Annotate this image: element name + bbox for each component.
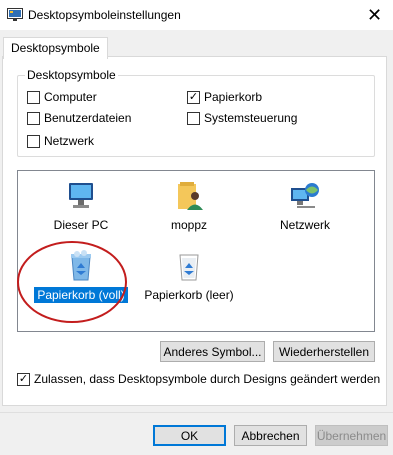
checkbox-box[interactable]: ✓: [187, 90, 200, 104]
icon-label: Papierkorb (voll): [34, 287, 128, 303]
icon-list-view[interactable]: Dieser PC moppz Netzwerk Papierkorb (vol…: [17, 170, 375, 332]
checkbox-box[interactable]: [27, 90, 40, 104]
checkbox-label: Benutzerdateien: [44, 111, 132, 125]
window-title: Desktopsymboleinstellungen: [28, 8, 181, 22]
groupbox-label: Desktopsymbole: [25, 68, 118, 82]
footer-divider: [0, 412, 393, 413]
checkbox-label: Systemsteuerung: [204, 111, 298, 125]
restore-default-button[interactable]: Wiederherstellen: [273, 341, 375, 362]
checkbox-computer[interactable]: Computer: [27, 89, 97, 105]
tab-desktopsymbole[interactable]: Desktopsymbole: [3, 37, 108, 59]
checkbox-box[interactable]: ✓: [17, 372, 30, 386]
checkbox-systemsteuerung[interactable]: Systemsteuerung: [187, 110, 297, 126]
desktop-icon-settings-dialog: Desktopsymboleinstellungen ✕ Desktopsymb…: [0, 0, 393, 455]
ok-button[interactable]: OK: [153, 425, 226, 446]
checkbox-papierkorb[interactable]: ✓ Papierkorb: [187, 89, 262, 105]
checkbox-box[interactable]: [187, 111, 200, 125]
icon-label: Dieser PC: [53, 218, 109, 232]
recycle-bin-full-icon: [71, 250, 91, 281]
icon-item-netzwerk[interactable]: Netzwerk: [255, 179, 355, 233]
icon-label: moppz: [170, 218, 208, 232]
icon-item-papierkorb-leer[interactable]: Papierkorb (leer): [139, 249, 239, 303]
user-folder-icon: [178, 182, 203, 210]
checkbox-netzwerk[interactable]: Netzwerk: [27, 133, 94, 149]
checkbox-benutzerdateien[interactable]: Benutzerdateien: [27, 110, 131, 126]
network-globe-icon: [291, 183, 319, 208]
title-bar: Desktopsymboleinstellungen ✕: [0, 0, 393, 30]
monitor-icon: [69, 183, 93, 208]
icon-item-papierkorb-voll[interactable]: Papierkorb (voll): [31, 249, 131, 303]
tab-strip: Desktopsymbole: [0, 30, 393, 59]
apply-button[interactable]: Übernehmen: [315, 425, 388, 446]
close-button[interactable]: ✕: [356, 0, 393, 30]
desktop-settings-icon: [7, 8, 23, 21]
checkbox-box[interactable]: [27, 111, 40, 125]
checkbox-label: Papierkorb: [204, 90, 263, 104]
icon-label: Papierkorb (leer): [144, 288, 234, 302]
icon-item-dieser-pc[interactable]: Dieser PC: [31, 179, 131, 233]
change-icon-button[interactable]: Anderes Symbol...: [160, 341, 265, 362]
checkbox-label: Zulassen, dass Desktopsymbole durch Desi…: [34, 372, 381, 386]
checkbox-box[interactable]: [27, 134, 40, 148]
icon-item-moppz[interactable]: moppz: [139, 179, 239, 233]
checkbox-label: Netzwerk: [44, 134, 95, 148]
checkbox-allow-themes[interactable]: ✓ Zulassen, dass Desktopsymbole durch De…: [17, 371, 380, 387]
close-icon: ✕: [366, 4, 383, 25]
checkbox-label: Computer: [44, 90, 97, 104]
cancel-button[interactable]: Abbrechen: [234, 425, 307, 446]
recycle-bin-empty-icon: [179, 254, 199, 281]
icon-label: Netzwerk: [279, 218, 330, 232]
